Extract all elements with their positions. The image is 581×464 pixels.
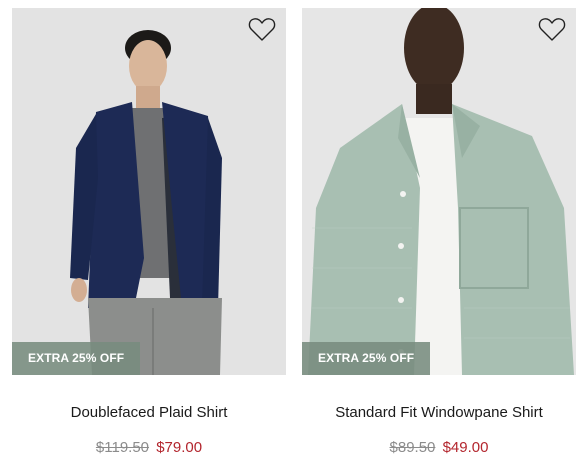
product-card[interactable]: EXTRA 25% OFF Doublefaced Plaid Shirt $1… bbox=[12, 8, 286, 456]
product-card[interactable]: EXTRA 25% OFF Standard Fit Windowpane Sh… bbox=[302, 8, 576, 456]
product-price: $119.50 $79.00 bbox=[12, 439, 286, 456]
product-name[interactable]: Doublefaced Plaid Shirt bbox=[12, 404, 286, 421]
product-price: $89.50 $49.00 bbox=[302, 439, 576, 456]
original-price: $89.50 bbox=[389, 439, 436, 456]
product-image[interactable]: EXTRA 25% OFF bbox=[302, 8, 576, 375]
product-image[interactable]: EXTRA 25% OFF bbox=[12, 8, 286, 375]
heart-outline-icon[interactable] bbox=[248, 16, 276, 42]
original-price: $119.50 bbox=[95, 439, 150, 456]
heart-outline-icon[interactable] bbox=[538, 16, 566, 42]
discount-badge: EXTRA 25% OFF bbox=[302, 342, 431, 375]
product-name[interactable]: Standard Fit Windowpane Shirt bbox=[302, 404, 576, 421]
model-photo bbox=[12, 8, 286, 375]
discount-badge: EXTRA 25% OFF bbox=[12, 342, 141, 375]
model-photo bbox=[302, 8, 576, 375]
sale-price: $79.00 bbox=[156, 439, 203, 456]
sale-price: $49.00 bbox=[442, 439, 489, 456]
